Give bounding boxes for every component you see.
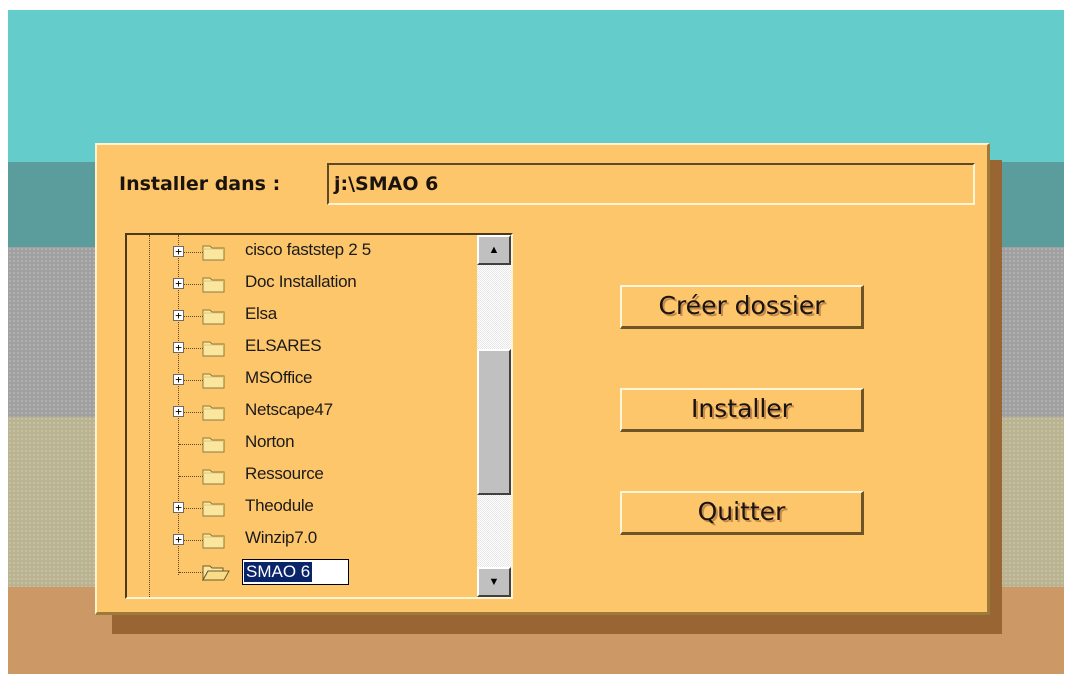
tree-item[interactable]: + Elsa — [127, 301, 477, 333]
scroll-thumb[interactable] — [477, 349, 511, 495]
tree-item-label: MSOffice — [245, 368, 313, 387]
tree-item[interactable]: + cisco faststep 2 5 — [127, 237, 477, 269]
tree-item-new-folder[interactable]: SMAO 6 — [127, 557, 477, 589]
tree-item[interactable]: Ressource — [127, 461, 477, 493]
install-path-label: Installer dans : — [119, 173, 281, 195]
quit-button[interactable]: Quitter — [620, 491, 864, 535]
tree-item-label: Theodule — [245, 496, 314, 515]
tree-item-label: Norton — [245, 432, 295, 451]
folder-name-edit[interactable]: SMAO 6 — [242, 559, 349, 585]
create-folder-button[interactable]: Créer dossier — [620, 285, 864, 329]
desktop-background-teal — [8, 10, 1064, 162]
folder-icon — [202, 435, 226, 453]
folder-icon — [202, 275, 226, 293]
install-button[interactable]: Installer — [620, 388, 864, 432]
tree-item-label: Ressource — [245, 464, 324, 483]
folder-icon — [202, 339, 226, 357]
tree-item-label: cisco faststep 2 5 — [245, 240, 371, 259]
tree-scrollbar[interactable]: ▲ ▼ — [477, 235, 511, 597]
scroll-up-button[interactable]: ▲ — [477, 235, 511, 265]
tree-item[interactable]: Norton — [127, 429, 477, 461]
tree-connector — [179, 572, 203, 573]
tree-item[interactable]: + MSOffice — [127, 365, 477, 397]
folder-open-icon — [202, 563, 230, 582]
expand-icon[interactable]: + — [173, 342, 184, 353]
tree-item-label: ELSARES — [245, 336, 322, 355]
arrow-up-icon: ▲ — [488, 244, 500, 256]
tree-item-label: Winzip7.0 — [245, 528, 317, 547]
folder-icon — [202, 243, 226, 261]
tree-item[interactable]: + Doc Installation — [127, 269, 477, 301]
expand-icon[interactable]: + — [173, 502, 184, 513]
expand-icon[interactable]: + — [173, 310, 184, 321]
expand-icon[interactable]: + — [173, 374, 184, 385]
folder-icon — [202, 307, 226, 325]
expand-icon[interactable]: + — [173, 246, 184, 257]
folder-icon — [202, 403, 226, 421]
folder-icon — [202, 371, 226, 389]
install-path-field[interactable]: j:\SMAO 6 — [327, 163, 975, 205]
scroll-down-button[interactable]: ▼ — [477, 567, 511, 597]
tree-item[interactable]: + Netscape47 — [127, 397, 477, 429]
tree-item[interactable]: + Winzip7.0 — [127, 525, 477, 557]
tree-item[interactable]: + Theodule — [127, 493, 477, 525]
tree-connector — [179, 476, 203, 477]
tree-item[interactable]: + ELSARES — [127, 333, 477, 365]
folder-icon — [202, 467, 226, 485]
expand-icon[interactable]: + — [173, 534, 184, 545]
folder-name-selected-text: SMAO 6 — [244, 562, 313, 582]
tree-item-label: Elsa — [245, 304, 277, 323]
tree-connector — [179, 444, 203, 445]
expand-icon[interactable]: + — [173, 406, 184, 417]
folder-tree-content: + cisco faststep 2 5 + Doc Installation + Els… — [127, 235, 477, 597]
folder-tree[interactable]: + cisco faststep 2 5 + Doc Installation + Els… — [125, 233, 513, 599]
folder-icon — [202, 531, 226, 549]
folder-icon — [202, 499, 226, 517]
install-dialog: Installer dans : j:\SMAO 6 + cisco fastst… — [95, 143, 990, 615]
arrow-down-icon: ▼ — [488, 576, 500, 588]
expand-icon[interactable]: + — [173, 278, 184, 289]
tree-item-label: Netscape47 — [245, 400, 333, 419]
tree-item-label: Doc Installation — [245, 272, 357, 291]
